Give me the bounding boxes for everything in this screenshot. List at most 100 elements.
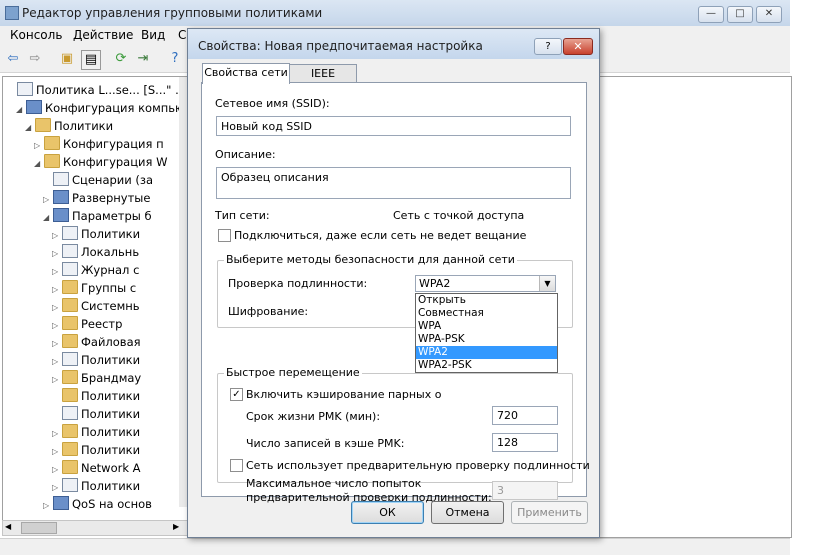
connect-hidden-checkbox[interactable]	[218, 229, 231, 242]
auth-option-open[interactable]: Открыть	[416, 294, 557, 307]
scroll-left-icon[interactable]: ◀	[5, 522, 11, 531]
pmk-lifetime-input[interactable]: 720	[492, 406, 558, 425]
tree-item-label: Политики	[81, 479, 141, 493]
auth-option-shared[interactable]: Совместная	[416, 307, 557, 320]
doc-icon	[62, 406, 78, 420]
auth-label: Проверка подлинности:	[228, 277, 368, 290]
tree-item[interactable]: ▷ Локальнь	[52, 243, 139, 261]
connect-hidden-label: Подключиться, даже если сеть не ведет ве…	[234, 229, 527, 242]
auth-option-wpa[interactable]: WPA	[416, 320, 557, 333]
export-icon[interactable]: ⇥	[134, 50, 152, 68]
tree-item[interactable]: Политики	[52, 405, 140, 423]
ssid-label: Сетевое имя (SSID):	[215, 97, 330, 110]
doc-icon	[17, 82, 33, 96]
doc-icon	[62, 226, 78, 240]
auth-select[interactable]: WPA2 ▼	[415, 275, 556, 292]
scroll-thumb[interactable]	[21, 522, 57, 534]
folder-icon	[62, 280, 78, 294]
tree-item[interactable]: Политика L...se... [S..." ...	[7, 81, 186, 99]
help-toolbar-icon[interactable]: ?	[166, 50, 184, 68]
scroll-right-icon[interactable]: ▶	[173, 522, 179, 531]
ssid-input[interactable]: Новый код SSID	[216, 116, 571, 136]
tree-item-label: Политики	[81, 353, 141, 367]
tree-item[interactable]: ▷ Журнал с	[52, 261, 139, 279]
tree-item[interactable]: ▷ Конфигурация п	[34, 135, 164, 153]
console-tree: Политика L...se... [S..." ... ◢ Конфигурац…	[2, 76, 188, 524]
tab-ieee-8021x[interactable]: IEEE 802.1X	[289, 64, 357, 98]
auth-option-wpa2-psk[interactable]: WPA2-PSK	[416, 359, 557, 372]
auth-option-wpa2[interactable]: WPA2	[416, 346, 557, 359]
tree-item[interactable]: Сценарии (за	[43, 171, 153, 189]
ok-button[interactable]: ОК	[351, 501, 424, 524]
tree-item[interactable]: ▷ QoS на основ	[43, 495, 152, 513]
forward-arrow-icon[interactable]: ⇨	[26, 50, 44, 68]
tree-item[interactable]: ◢ Параметры б	[43, 207, 152, 225]
folder-icon	[62, 388, 78, 402]
tree-item[interactable]: ▷ Network A	[52, 459, 141, 477]
auth-select-value: WPA2	[419, 277, 451, 290]
show-hide-tree-icon[interactable]: ▤	[81, 50, 101, 70]
pmk-lifetime-label: Срок жизни PMK (мин):	[246, 410, 381, 423]
tree-item[interactable]: ▷ Группы с	[52, 279, 136, 297]
tree-item-label: Network A	[81, 461, 141, 475]
expand-arrow-icon[interactable]: ▷	[43, 497, 53, 515]
description-input[interactable]: Образец описания	[216, 167, 571, 199]
tree-item[interactable]: ▷ Политики	[52, 225, 140, 243]
tree-item-label: Реестр	[81, 317, 123, 331]
main-title-bar: Редактор управления групповыми политикам…	[0, 0, 790, 27]
tree-item-label: Политики	[81, 389, 141, 403]
tree-item-label: Параметры б	[72, 209, 152, 223]
minimize-icon[interactable]: —	[698, 6, 724, 23]
chevron-down-icon[interactable]: ▼	[539, 276, 555, 291]
tree-item[interactable]: ▷ Системнь	[52, 297, 140, 315]
up-folder-icon[interactable]: ▣	[58, 50, 76, 68]
tree-item[interactable]: ◢ Конфигурация компьют	[16, 99, 188, 117]
tree-item[interactable]: ▷ Брандмау	[52, 369, 141, 387]
tree-item[interactable]: ▷ Политики	[52, 477, 140, 495]
pmk-entries-input[interactable]: 128	[492, 433, 558, 452]
tree-item-label: Системнь	[81, 299, 140, 313]
back-arrow-icon[interactable]: ⇦	[4, 50, 22, 68]
tree-item-label: Политики	[54, 119, 114, 133]
tree-item-label: Группы с	[81, 281, 137, 295]
tree-horizontal-scrollbar[interactable]: ◀ ▶	[2, 520, 188, 536]
tree-item[interactable]: ▷ Политики	[52, 351, 140, 369]
menu-view[interactable]: Вид	[141, 28, 165, 42]
folder-icon	[44, 136, 60, 150]
preauth-label: Сеть использует предварительную проверку…	[246, 459, 590, 472]
maximize-icon[interactable]: □	[727, 6, 753, 23]
tree-item[interactable]: ▷ Развернутые	[43, 189, 150, 207]
cancel-button[interactable]: Отмена	[431, 501, 504, 524]
menu-console[interactable]: Консоль	[10, 28, 62, 42]
folder-icon	[35, 118, 51, 132]
tree-vertical-scrollbar[interactable]	[179, 77, 187, 507]
tree-item[interactable]: ▷ Реестр	[52, 315, 122, 333]
tab-network-properties[interactable]: Свойства сети	[202, 63, 290, 84]
max-preauth-input[interactable]: 3	[492, 481, 558, 500]
tree-item[interactable]: ▷ Политики	[52, 423, 140, 441]
menu-more[interactable]: С	[178, 28, 186, 42]
tree-item-label: Журнал с	[81, 263, 140, 277]
tree-item[interactable]: ◢ Конфигурация W	[34, 153, 167, 171]
dialog-close-button[interactable]: ✕	[563, 38, 593, 55]
tree-item[interactable]: ◢ Политики	[25, 117, 113, 135]
help-button[interactable]: ?	[534, 38, 562, 55]
tree-item-label: Брандмау	[81, 371, 142, 385]
tree-item-label: Конфигурация компьют	[45, 101, 188, 115]
folder-icon	[62, 316, 78, 330]
refresh-icon[interactable]: ⟳	[112, 50, 130, 68]
network-type-value: Сеть с точкой доступа	[393, 209, 525, 222]
tree-item-label: Политики	[81, 407, 141, 421]
pmk-cache-checkbox[interactable]: ✓	[230, 388, 243, 401]
close-icon[interactable]: ✕	[756, 6, 782, 23]
menu-action[interactable]: Действие	[73, 28, 133, 42]
tree-item-label: Политики	[81, 443, 141, 457]
preauth-checkbox[interactable]	[230, 459, 243, 472]
tree-item-label: Развернутые	[72, 191, 151, 205]
tree-item[interactable]: ▷ Файловая	[52, 333, 141, 351]
apply-button[interactable]: Применить	[511, 501, 588, 524]
tree-item[interactable]: ▷ Политики	[52, 441, 140, 459]
roaming-group-title: Быстрое перемещение	[224, 366, 362, 379]
auth-option-wpa-psk[interactable]: WPA-PSK	[416, 333, 557, 346]
tree-item[interactable]: Политики	[52, 387, 140, 405]
